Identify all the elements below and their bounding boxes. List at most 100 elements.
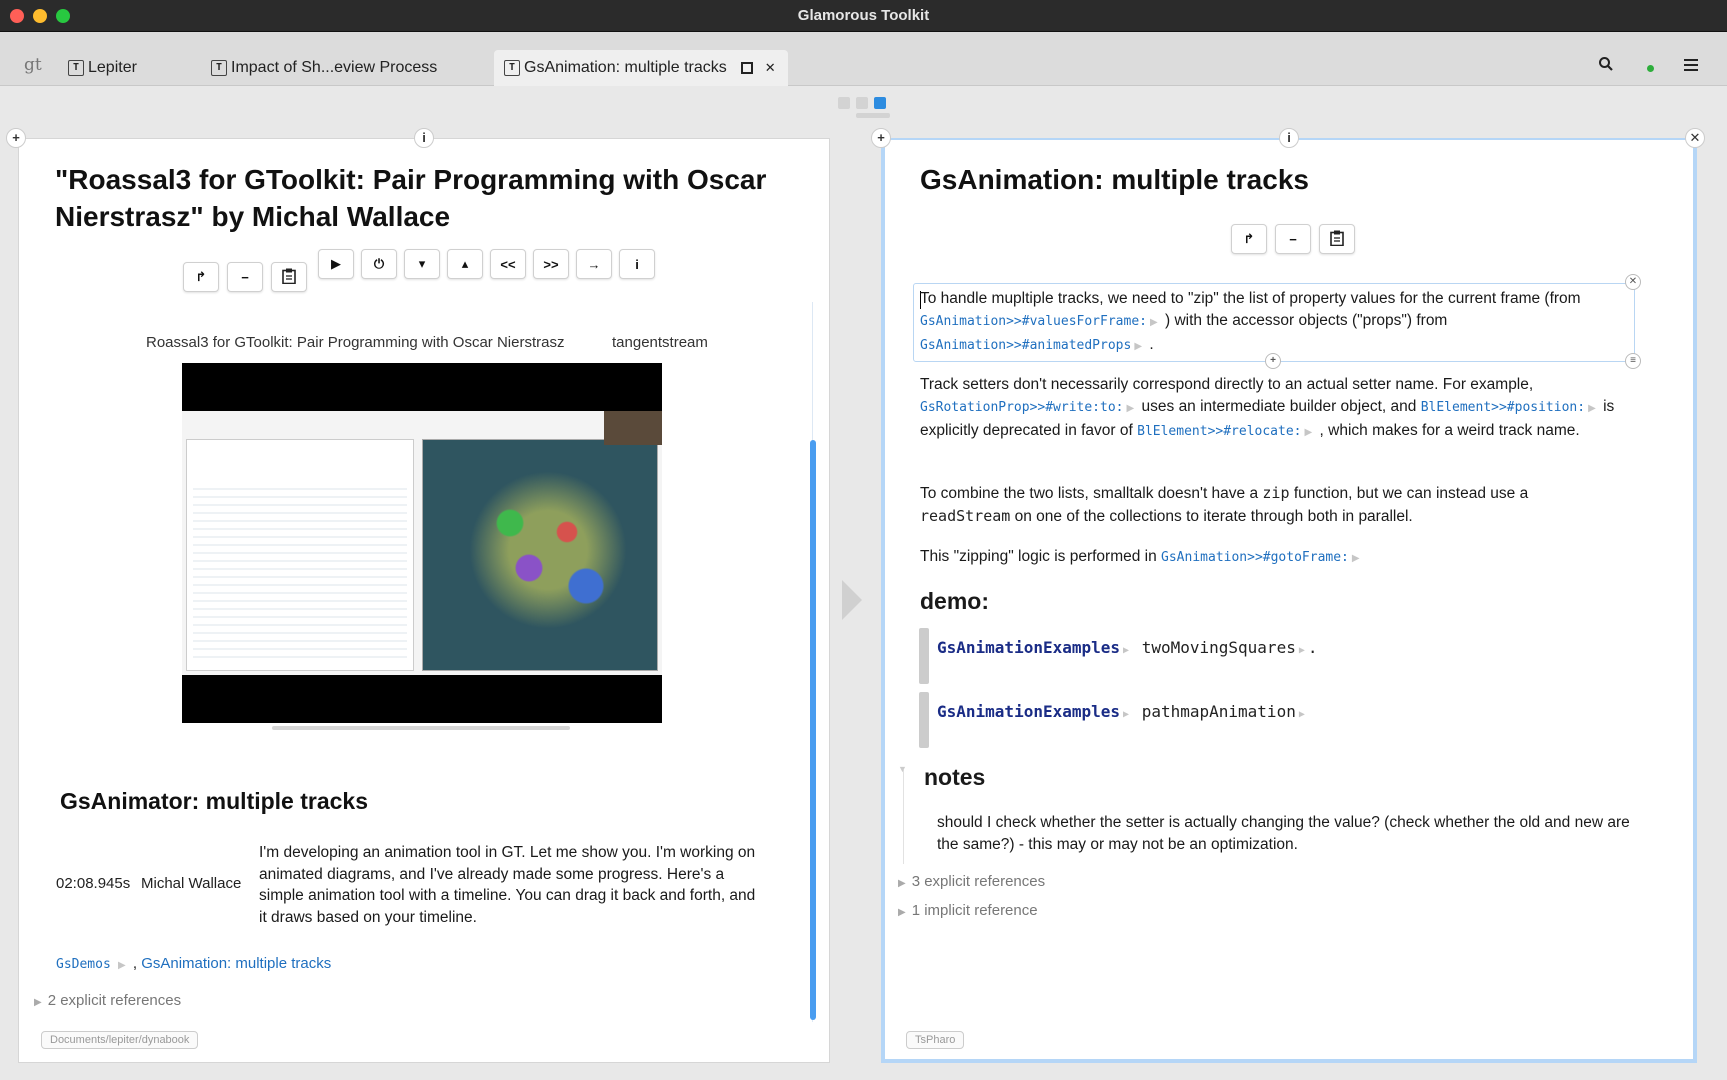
tab-gsanimation[interactable]: T GsAnimation: multiple tracks ✕ [494, 50, 788, 86]
method-link[interactable]: BlElement>>#relocate: [1137, 424, 1301, 439]
method-link[interactable]: BlElement>>#position: [1421, 400, 1585, 415]
left-scrollbar[interactable] [810, 440, 816, 1020]
expand-triangle-icon[interactable]: ▶ [1123, 709, 1129, 720]
code-snippet[interactable]: GsAnimationExamples ▶ pathmapAnimation ▶ [919, 692, 1649, 748]
tab-lepiter[interactable]: T Lepiter [68, 50, 137, 86]
method-link[interactable]: GsAnimation>>#gotoFrame: [1161, 550, 1349, 565]
demo-heading: demo: [920, 588, 989, 614]
pager-dot[interactable] [838, 97, 850, 109]
expand-triangle-icon[interactable]: ▶ [1352, 553, 1360, 564]
menu-icon[interactable] [1684, 58, 1698, 76]
power-button[interactable]: ⏻ [361, 249, 397, 279]
snippet-marker [919, 628, 929, 684]
add-pane-right-icon[interactable]: + [871, 128, 891, 148]
page-pager[interactable] [838, 97, 886, 109]
expand-caret-icon: ▶ [898, 907, 906, 918]
collapse-triangle-icon[interactable]: ▼ [898, 764, 907, 774]
expand-triangle-icon[interactable]: ▶ [1305, 427, 1313, 438]
class-name[interactable]: GsAnimationExamples [937, 638, 1120, 657]
page-link[interactable]: GsAnimation: multiple tracks [141, 955, 331, 972]
class-name[interactable]: GsAnimationExamples [937, 702, 1120, 721]
share-icon: ↱ [195, 269, 207, 284]
expand-triangle-icon[interactable]: ▶ [1299, 645, 1305, 656]
title-bar: Glamorous Toolkit [0, 0, 1727, 32]
paragraph-1[interactable]: To handle mupltiple tracks, we need to "… [920, 288, 1620, 358]
snippet-code[interactable]: GsAnimationExamples ▶ pathmapAnimation ▶ [937, 702, 1308, 721]
expand-caret-icon: ▶ [34, 997, 42, 1008]
page-toolbar: ↱ − [183, 262, 307, 292]
tab-impact[interactable]: T Impact of Sh...eview Process [211, 50, 437, 86]
snippet-menu-icon[interactable]: ≡ [1625, 353, 1641, 369]
gt-logo[interactable]: gt [24, 55, 42, 75]
explicit-references[interactable]: ▶ 3 explicit references [898, 873, 1045, 890]
share-icon: ↱ [1243, 231, 1255, 246]
paragraph-2[interactable]: Track setters don't necessarily correspo… [920, 374, 1640, 444]
expand-triangle-icon[interactable]: ▶ [1588, 403, 1596, 414]
inline-code: readStream [920, 507, 1011, 525]
tab-bar: gt T Lepiter T Impact of Sh...eview Proc… [0, 32, 1727, 86]
paragraph-4[interactable]: This "zipping" logic is performed in GsA… [920, 546, 1620, 570]
database-path[interactable]: Documents/lepiter/dynabook [41, 1031, 199, 1049]
expand-arrow-icon[interactable] [842, 580, 862, 620]
close-tab-icon[interactable]: ✕ [765, 60, 776, 76]
snippet-code[interactable]: GsAnimationExamples ▶ twoMovingSquares ▶. [937, 638, 1318, 657]
expand-triangle-icon[interactable]: ▶ [1123, 645, 1129, 656]
copy-button[interactable] [1319, 224, 1355, 254]
inline-code: zip [1262, 484, 1290, 502]
database-path[interactable]: TsPharo [906, 1031, 965, 1049]
pager-dot-active[interactable] [874, 97, 886, 109]
expand-triangle-icon[interactable]: ▶ [1127, 403, 1135, 414]
next-button[interactable]: → [576, 249, 612, 279]
chevron-up-icon: ▴ [461, 256, 469, 271]
p3-text: To combine the two lists, smalltalk does… [920, 485, 1259, 502]
info-icon[interactable]: i [414, 128, 434, 148]
share-button[interactable]: ↱ [183, 262, 219, 292]
explicit-references[interactable]: ▶ 2 explicit references [34, 992, 181, 1009]
implicit-references[interactable]: ▶ 1 implicit reference [898, 902, 1038, 919]
p2-text: uses an intermediate builder object, and [1141, 398, 1417, 415]
arrow-right-icon: → [587, 256, 601, 272]
collapse-button[interactable]: − [227, 262, 263, 292]
video-player[interactable] [182, 363, 662, 723]
page-title: GsAnimation: multiple tracks [920, 164, 1309, 195]
expand-triangle-icon[interactable]: ▶ [1134, 341, 1142, 352]
close-pane-icon[interactable]: ✕ [1685, 128, 1705, 148]
separator: , [132, 955, 138, 972]
transcript-time[interactable]: 02:08.945s [56, 875, 130, 892]
play-button[interactable]: ▶ [318, 249, 354, 279]
references-label: 1 implicit reference [911, 902, 1038, 919]
rewind-button[interactable]: << [490, 249, 526, 279]
chevron-down-icon: ▾ [418, 256, 426, 271]
expand-triangle-icon[interactable]: ▶ [1299, 709, 1305, 720]
video-scrollbar[interactable] [272, 726, 570, 730]
notes-text[interactable]: should I check whether the setter is act… [937, 812, 1647, 856]
copy-button[interactable] [271, 262, 307, 292]
method-link[interactable]: GsRotationProp>>#write:to: [920, 400, 1124, 415]
search-icon[interactable] [1598, 56, 1614, 77]
forward-icon: >> [543, 256, 559, 272]
delete-snippet-icon[interactable]: ✕ [1625, 274, 1641, 290]
video-info-button[interactable]: i [619, 249, 655, 279]
dropdown-button[interactable]: ▾ [404, 249, 440, 279]
page-toolbar: ↱ − [1231, 224, 1355, 254]
pager-scroll[interactable] [856, 113, 890, 118]
expand-triangle-icon[interactable]: ▶ [118, 960, 126, 971]
maximize-tab-icon[interactable] [740, 62, 753, 74]
method-link[interactable]: GsAnimation>>#valuesForFrame: [920, 314, 1147, 329]
p1-text: . [1149, 336, 1154, 353]
collapse-button[interactable]: − [1275, 224, 1311, 254]
forward-button[interactable]: >> [533, 249, 569, 279]
share-button[interactable]: ↱ [1231, 224, 1267, 254]
gsdemos-link[interactable]: GsDemos [56, 957, 111, 972]
code-snippet[interactable]: GsAnimationExamples ▶ twoMovingSquares ▶. [919, 628, 1649, 684]
message-name[interactable]: twoMovingSquares [1142, 638, 1296, 657]
message-name[interactable]: pathmapAnimation [1142, 702, 1296, 721]
method-link[interactable]: GsAnimation>>#animatedProps [920, 338, 1131, 353]
add-pane-left-icon[interactable]: + [6, 128, 26, 148]
collapse-up-button[interactable]: ▴ [447, 249, 483, 279]
expand-triangle-icon[interactable]: ▶ [1150, 317, 1158, 328]
paragraph-3[interactable]: To combine the two lists, smalltalk does… [920, 482, 1620, 528]
transcript-speaker: Michal Wallace [141, 875, 242, 892]
info-icon[interactable]: i [1279, 128, 1299, 148]
pager-dot[interactable] [856, 97, 868, 109]
